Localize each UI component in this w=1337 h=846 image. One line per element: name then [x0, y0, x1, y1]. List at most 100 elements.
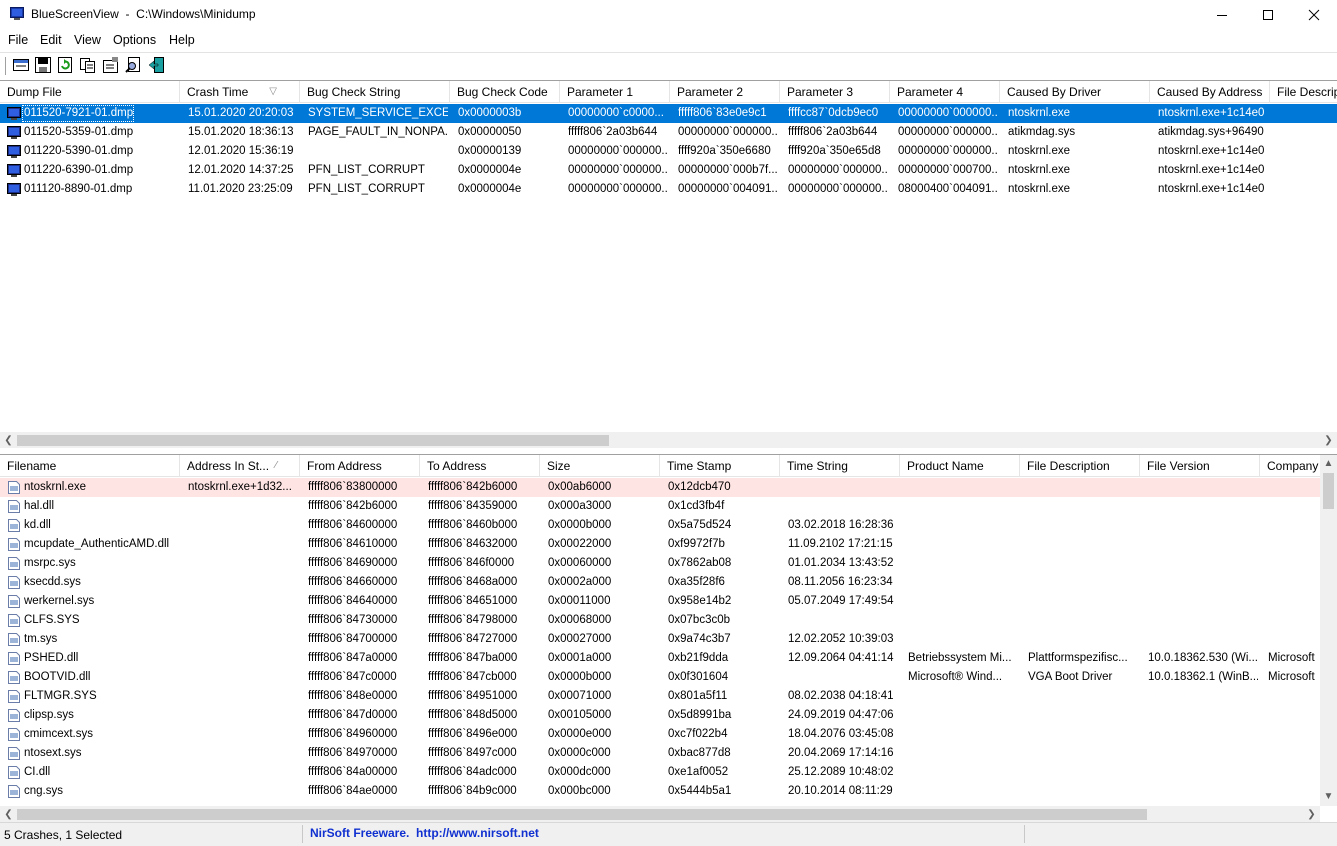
- html-report-icon[interactable]: [12, 56, 30, 74]
- cell-crash-time: 12.01.2020 15:36:19: [188, 145, 294, 157]
- cell-crash-time: 15.01.2020 18:36:13: [188, 126, 294, 138]
- driver-row[interactable]: ksecdd.sys fffff806`84660000 fffff806`8468…: [0, 573, 1337, 592]
- column-header-file-descrip[interactable]: File Descrip: [1270, 81, 1337, 103]
- column-header-crash-time[interactable]: Crash Time ▽: [180, 81, 300, 103]
- scroll-right-arrow[interactable]: ❯: [1303, 806, 1320, 822]
- scroll-down-arrow[interactable]: ▼: [1320, 788, 1337, 805]
- copy-icon[interactable]: [79, 56, 97, 74]
- column-header-file-description[interactable]: File Description: [1020, 455, 1140, 477]
- cell-to-address: fffff806`84727000: [428, 633, 518, 645]
- scroll-thumb[interactable]: [17, 435, 609, 446]
- column-header-product-name[interactable]: Product Name: [900, 455, 1020, 477]
- driver-list-hscrollbar[interactable]: ❮ ❯: [0, 806, 1320, 822]
- column-header-bug-check-code[interactable]: Bug Check Code: [450, 81, 560, 103]
- column-header-file-version[interactable]: File Version: [1140, 455, 1260, 477]
- minimize-icon: [1217, 15, 1227, 16]
- column-header-size[interactable]: Size: [540, 455, 660, 477]
- cell-from-address: fffff806`84660000: [308, 576, 398, 588]
- cell-file-version: [1148, 516, 1258, 535]
- column-header-dump-file[interactable]: Dump File: [0, 81, 180, 103]
- close-button[interactable]: [1291, 0, 1337, 30]
- driver-list-vscrollbar[interactable]: ▲ ▼: [1320, 455, 1337, 806]
- column-header-time-stamp[interactable]: Time Stamp: [660, 455, 780, 477]
- crash-row[interactable]: 011520-7921-01.dmp 15.01.2020 20:20:03 SYS…: [0, 104, 1337, 123]
- scroll-right-arrow[interactable]: ❯: [1320, 432, 1337, 448]
- driver-row[interactable]: ntoskrnl.exe ntoskrnl.exe+1d32... fffff806…: [0, 478, 1337, 497]
- nirsoft-link[interactable]: NirSoft Freeware. http://www.nirsoft.net: [310, 826, 539, 840]
- cell-file-description: [1028, 592, 1138, 611]
- column-header-from-address[interactable]: From Address: [300, 455, 420, 477]
- cell-address-in-st: [188, 687, 298, 706]
- cell-file-version: [1148, 535, 1258, 554]
- find-icon[interactable]: [125, 56, 143, 74]
- column-header-parameter-1[interactable]: Parameter 1: [560, 81, 670, 103]
- maximize-button[interactable]: [1245, 0, 1291, 30]
- menu-options[interactable]: Options: [113, 33, 156, 47]
- cell-address-in-st: [188, 725, 298, 744]
- scroll-thumb[interactable]: [17, 809, 1147, 820]
- cell-time-stamp: 0x1cd3fb4f: [668, 500, 725, 512]
- driver-row[interactable]: tm.sys fffff806`84700000 fffff806`84727000…: [0, 630, 1337, 649]
- menu-edit[interactable]: Edit: [40, 33, 62, 47]
- column-header-to-address[interactable]: To Address: [420, 455, 540, 477]
- cell-file-descrip: [1278, 123, 1337, 142]
- crash-list-hscrollbar[interactable]: ❮ ❯: [0, 432, 1337, 448]
- driver-row[interactable]: CI.dll fffff806`84a00000 fffff806`84adc000…: [0, 763, 1337, 782]
- crash-row[interactable]: 011520-5359-01.dmp 15.01.2020 18:36:13 PAG…: [0, 123, 1337, 142]
- properties-icon[interactable]: [102, 56, 120, 74]
- cell-filename: kd.dll: [24, 519, 51, 531]
- cell-time-string: [788, 611, 898, 630]
- cell-file-description: [1028, 630, 1138, 649]
- driver-file-icon: [7, 651, 21, 666]
- driver-row[interactable]: ntosext.sys fffff806`84970000 fffff806`849…: [0, 744, 1337, 763]
- column-header-parameter-3[interactable]: Parameter 3: [780, 81, 890, 103]
- scroll-left-arrow[interactable]: ❮: [0, 432, 17, 448]
- crash-row[interactable]: 011120-8890-01.dmp 11.01.2020 23:25:09 PFN…: [0, 180, 1337, 199]
- cell-filename: ksecdd.sys: [24, 576, 81, 588]
- refresh-icon[interactable]: [56, 56, 74, 74]
- driver-row[interactable]: cng.sys fffff806`84ae0000 fffff806`84b9c00…: [0, 782, 1337, 801]
- exit-icon[interactable]: [148, 56, 166, 74]
- driver-row[interactable]: CLFS.SYS fffff806`84730000 fffff806`847980…: [0, 611, 1337, 630]
- app-window: BlueScreenView - C:\Windows\Minidump Fil…: [0, 0, 1337, 846]
- driver-row[interactable]: msrpc.sys fffff806`84690000 fffff806`846f0…: [0, 554, 1337, 573]
- cell-file-description: [1028, 687, 1138, 706]
- cell-filename: CLFS.SYS: [24, 614, 80, 626]
- scroll-left-arrow[interactable]: ❮: [0, 806, 17, 822]
- cell-dump-file: 011520-7921-01.dmp: [24, 107, 134, 119]
- column-header-time-string[interactable]: Time String: [780, 455, 900, 477]
- column-header-label: To Address: [427, 459, 487, 473]
- cell-file-descrip: [1278, 161, 1337, 180]
- cell-product-name: [908, 630, 1018, 649]
- driver-row[interactable]: werkernel.sys fffff806`84640000 fffff806`8…: [0, 592, 1337, 611]
- column-header-address-in-st[interactable]: Address In St... ⁄: [180, 455, 300, 477]
- driver-row[interactable]: clipsp.sys fffff806`847d0000 fffff806`848d…: [0, 706, 1337, 725]
- driver-file-icon: [7, 632, 21, 647]
- driver-row[interactable]: kd.dll fffff806`84600000 fffff806`8460b000…: [0, 516, 1337, 535]
- scroll-up-arrow[interactable]: ▲: [1320, 455, 1337, 472]
- column-header-caused-by-driver[interactable]: Caused By Driver: [1000, 81, 1150, 103]
- driver-file-icon: [7, 746, 21, 761]
- driver-row[interactable]: cmimcext.sys fffff806`84960000 fffff806`84…: [0, 725, 1337, 744]
- column-header-parameter-4[interactable]: Parameter 4: [890, 81, 1000, 103]
- crash-row[interactable]: 011220-5390-01.dmp 12.01.2020 15:36:19 0x0…: [0, 142, 1337, 161]
- column-header-caused-by-address[interactable]: Caused By Address: [1150, 81, 1270, 103]
- driver-row[interactable]: hal.dll fffff806`842b6000 fffff806`8435900…: [0, 497, 1337, 516]
- driver-row[interactable]: FLTMGR.SYS fffff806`848e0000 fffff806`8495…: [0, 687, 1337, 706]
- cell-parameter-1: fffff806`2a03b644: [568, 126, 658, 138]
- column-header-filename[interactable]: Filename: [0, 455, 180, 477]
- menu-file[interactable]: File: [8, 33, 28, 47]
- column-header-bug-check-string[interactable]: Bug Check String: [300, 81, 450, 103]
- save-icon[interactable]: [34, 56, 52, 74]
- driver-row[interactable]: PSHED.dll fffff806`847a0000 fffff806`847ba…: [0, 649, 1337, 668]
- column-header-parameter-2[interactable]: Parameter 2: [670, 81, 780, 103]
- cell-bug-check-code: 0x00000139: [458, 145, 522, 157]
- scroll-thumb[interactable]: [1323, 473, 1334, 509]
- driver-row[interactable]: mcupdate_AuthenticAMD.dll fffff806`846100…: [0, 535, 1337, 554]
- minimize-button[interactable]: [1199, 0, 1245, 30]
- driver-row[interactable]: BOOTVID.dll fffff806`847c0000 fffff806`847…: [0, 668, 1337, 687]
- menu-view[interactable]: View: [74, 33, 101, 47]
- cell-filename: tm.sys: [24, 633, 58, 645]
- menu-help[interactable]: Help: [169, 33, 195, 47]
- crash-row[interactable]: 011220-6390-01.dmp 12.01.2020 14:37:25 PFN…: [0, 161, 1337, 180]
